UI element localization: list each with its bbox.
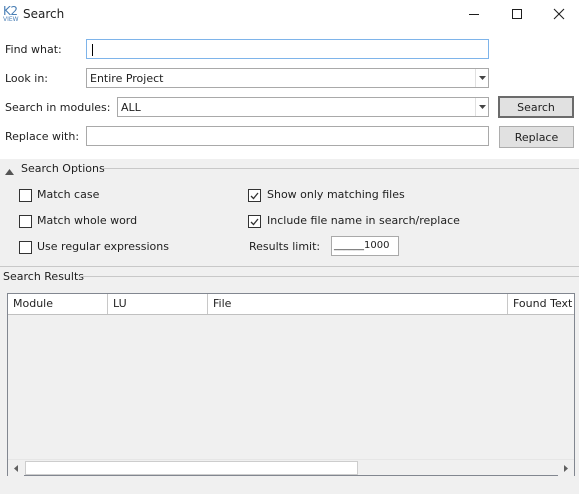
minimize-button[interactable] [454,0,494,28]
replace-with-label: Replace with: [5,130,80,143]
show-only-matching-label: Show only matching files [267,188,405,201]
search-modules-label: Search in modules: [5,101,111,114]
window-title: Search [23,7,65,21]
chevron-down-icon[interactable] [475,98,488,116]
close-icon [553,8,565,20]
column-header-file[interactable]: File [208,294,508,314]
column-header-found-text[interactable]: Found Text [508,294,574,314]
scroll-left-icon[interactable] [8,460,24,476]
include-file-name-checkbox[interactable] [248,215,261,228]
search-modules-value: ALL [121,101,141,114]
title-bar: K2 VIEW Search [0,0,579,30]
find-what-input[interactable] [86,39,489,59]
maximize-button[interactable] [497,0,537,28]
match-whole-word-label: Match whole word [37,214,138,227]
search-results-header: Search Results [3,270,85,283]
chevron-down-icon[interactable] [475,69,488,87]
replace-with-input[interactable] [86,126,489,146]
app-logo: K2 VIEW [3,5,21,25]
search-modules-dropdown[interactable]: ALL [117,97,489,117]
column-header-module[interactable]: Module [8,294,108,314]
checkmark-icon [250,192,259,199]
match-case-label: Match case [37,188,100,201]
grid-header: Module LU File Found Text [8,294,574,315]
results-limit-label: Results limit: [249,240,321,253]
look-in-value: Entire Project [90,72,164,85]
minimize-icon [469,14,479,15]
find-what-label: Find what: [5,43,62,56]
match-case-checkbox[interactable] [19,189,32,202]
search-options-header[interactable]: Search Options [21,162,105,175]
divider [79,276,579,277]
use-regex-checkbox[interactable] [19,241,32,254]
replace-button[interactable]: Replace [499,126,574,148]
column-header-lu[interactable]: LU [108,294,208,314]
collapse-triangle-icon[interactable] [5,165,15,175]
checkmark-icon [250,218,259,225]
match-whole-word-checkbox[interactable] [19,215,32,228]
results-limit-input[interactable]: ______1000 [331,236,399,256]
use-regex-label: Use regular expressions [37,240,169,253]
logo-text-bottom: VIEW [3,16,19,23]
results-grid[interactable]: Module LU File Found Text [7,293,575,476]
maximize-icon [512,9,522,19]
text-cursor [92,44,93,56]
horizontal-scrollbar[interactable] [8,459,574,476]
divider [0,266,579,267]
close-button[interactable] [539,0,579,28]
scroll-right-icon[interactable] [558,460,574,476]
scrollbar-thumb[interactable] [25,461,358,475]
divider [102,168,579,169]
include-file-name-label: Include file name in search/replace [267,214,460,227]
search-button[interactable]: Search [498,96,574,118]
show-only-matching-checkbox[interactable] [248,189,261,202]
look-in-dropdown[interactable]: Entire Project [86,68,489,88]
look-in-label: Look in: [5,72,48,85]
